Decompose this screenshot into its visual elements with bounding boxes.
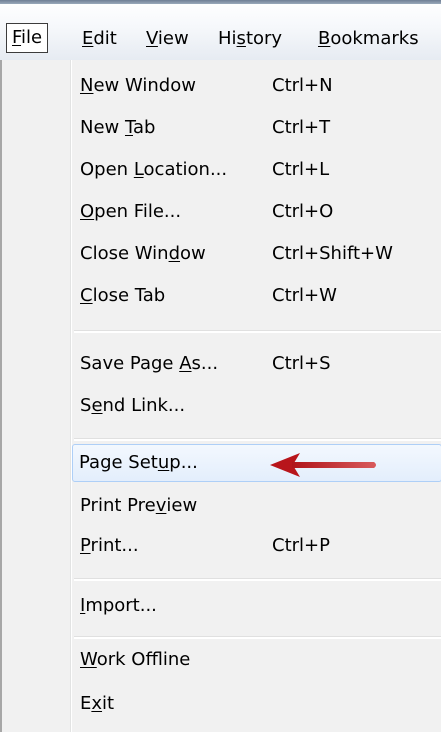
- menu-view[interactable]: View: [146, 24, 189, 54]
- menu-item-exit[interactable]: Exit: [74, 684, 436, 724]
- menu-edit-text-rest: dit: [93, 28, 117, 49]
- menu-item-save-page-as[interactable]: Save Page As... Ctrl+S: [74, 344, 436, 384]
- arrow-shaft: [292, 462, 376, 468]
- menu-separator: [74, 330, 441, 333]
- menu-history-text-rest: tory: [245, 28, 283, 49]
- menu-edit[interactable]: Edit: [82, 24, 117, 54]
- menu-item-label: Work Offline: [80, 649, 191, 670]
- menu-item-shortcut: Ctrl+P: [272, 535, 330, 556]
- menu-item-close-window[interactable]: Close Window Ctrl+Shift+W: [74, 234, 436, 274]
- menu-item-label: Open Location...: [80, 159, 228, 180]
- menu-separator: [74, 636, 441, 639]
- menu-item-shortcut: Ctrl+S: [272, 353, 331, 374]
- menu-item-shortcut: Ctrl+W: [272, 285, 337, 306]
- menu-bookmarks-accel: B: [318, 28, 331, 49]
- menu-bookmarks-text-rest: ookmarks: [330, 28, 419, 49]
- menu-file[interactable]: File: [6, 23, 49, 53]
- red-arrow-left-icon: [270, 453, 376, 477]
- file-menu-dropdown: New Window Ctrl+N New Tab Ctrl+T Open Lo…: [0, 60, 441, 732]
- menu-history-accel: s: [236, 28, 246, 49]
- menu-bookmarks[interactable]: Bookmarks: [318, 24, 419, 54]
- menu-item-shortcut: Ctrl+O: [272, 201, 334, 222]
- menu-item-print-preview[interactable]: Print Preview: [74, 486, 436, 526]
- menu-item-work-offline[interactable]: Work Offline: [74, 640, 436, 680]
- menu-item-shortcut: Ctrl+L: [272, 159, 330, 180]
- menu-history-text: Hi: [218, 28, 237, 49]
- menu-separator: [74, 578, 441, 581]
- menu-file-text-rest: ile: [21, 27, 43, 48]
- menu-item-label: Print...: [80, 535, 139, 556]
- menu-item-label: Exit: [80, 693, 115, 714]
- menu-item-label: Print Preview: [80, 495, 198, 516]
- menu-item-label: Close Tab: [80, 285, 166, 306]
- menu-item-label: Page Setup...: [79, 452, 198, 473]
- menu-edit-accel: E: [82, 28, 94, 49]
- menu-item-new-tab[interactable]: New Tab Ctrl+T: [74, 108, 436, 148]
- menu-item-close-tab[interactable]: Close Tab Ctrl+W: [74, 276, 436, 316]
- menu-separator: [74, 438, 441, 441]
- menu-item-send-link[interactable]: Send Link...: [74, 386, 436, 426]
- window-frame-edge: [0, 0, 441, 4]
- menu-item-label: Open File...: [80, 201, 182, 222]
- menu-view-accel: V: [146, 28, 158, 49]
- menu-item-import[interactable]: Import...: [74, 586, 436, 626]
- menu-item-label: Import...: [80, 595, 157, 616]
- menu-item-shortcut: Ctrl+Shift+W: [272, 243, 393, 264]
- menu-history[interactable]: History: [218, 24, 282, 54]
- menu-item-label: Close Window: [80, 243, 206, 264]
- menu-view-text-rest: iew: [157, 28, 189, 49]
- menu-item-open-location[interactable]: Open Location... Ctrl+L: [74, 150, 436, 190]
- menu-bar: File Edit View History Bookmarks: [0, 0, 441, 61]
- menu-item-new-window[interactable]: New Window Ctrl+N: [74, 66, 436, 106]
- menu-item-open-file[interactable]: Open File... Ctrl+O: [74, 192, 436, 232]
- menu-item-label: New Tab: [80, 117, 156, 138]
- menu-file-accel: F: [12, 27, 22, 48]
- menu-item-shortcut: Ctrl+T: [272, 117, 331, 138]
- menu-item-page-setup[interactable]: Page Setup...: [72, 444, 441, 482]
- menu-item-label: Save Page As...: [80, 353, 219, 374]
- icon-gutter-divider-highlight: [71, 60, 72, 732]
- menu-item-shortcut: Ctrl+N: [272, 75, 333, 96]
- menu-item-label: New Window: [80, 75, 196, 96]
- menu-item-label: Send Link...: [80, 395, 186, 416]
- menu-item-print[interactable]: Print... Ctrl+P: [74, 526, 436, 566]
